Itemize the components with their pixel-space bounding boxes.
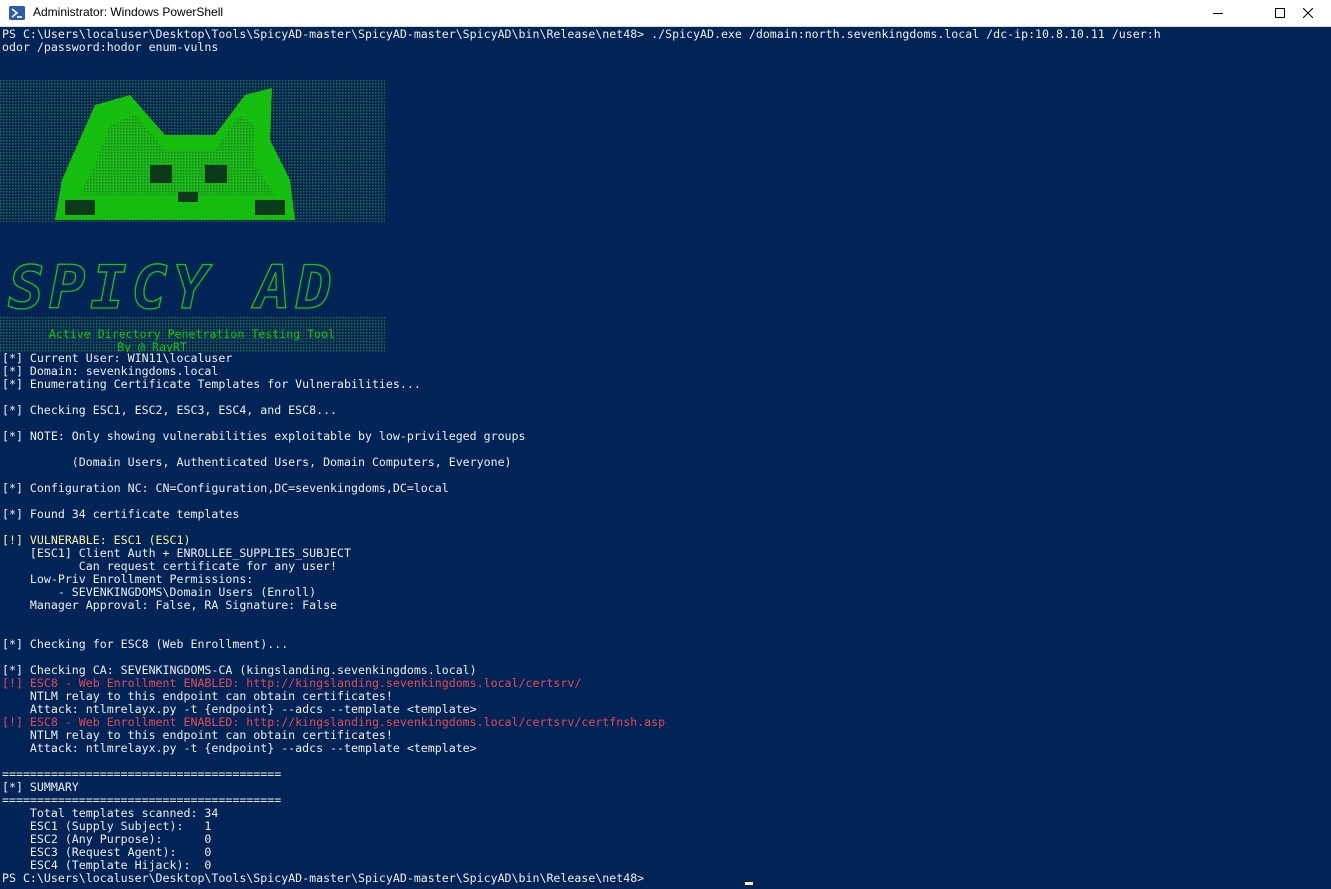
output-enumerating: [*] Enumerating Certificate Templates fo… [2,377,421,391]
close-icon [1303,8,1313,18]
powershell-icon [9,6,25,20]
spicyad-banner: SPICY AD Active Directory Penetration Te… [0,80,385,352]
vertical-scrollbar[interactable] [1319,27,1331,889]
window-title: Administrator: Windows PowerShell [33,5,224,19]
command-line-wrap: odor /password:hodor enum-vulns [2,40,219,54]
terminal-output[interactable]: PS C:\Users\localuser\Desktop\Tools\Spic… [0,27,1319,889]
output-manager-approval: Manager Approval: False, RA Signature: F… [2,598,338,612]
banner-subtitle: Active Directory Penetration Testing Too… [49,327,335,341]
output-checking-esc8: [*] Checking for ESC8 (Web Enrollment)..… [2,637,289,651]
banner-logo-text: SPICY AD [8,253,337,323]
output-note: [*] NOTE: Only showing vulnerabilities e… [2,429,526,443]
maximize-icon [1275,8,1285,18]
minimize-button[interactable] [1195,0,1241,26]
output-config-nc: [*] Configuration NC: CN=Configuration,D… [2,481,449,495]
close-button[interactable] [1285,0,1331,26]
window-titlebar[interactable]: Administrator: Windows PowerShell [0,0,1331,27]
output-attack-2: Attack: ntlmrelayx.py -t {endpoint} --ad… [2,741,477,755]
minimize-icon [1213,13,1223,14]
prompt-line[interactable]: PS C:\Users\localuser\Desktop\Tools\Spic… [2,872,651,885]
output-checking-esc: [*] Checking ESC1, ESC2, ESC3, ESC4, and… [2,403,338,417]
output-note-groups: (Domain Users, Authenticated Users, Doma… [2,455,512,469]
output-found-templates: [*] Found 34 certificate templates [2,507,240,521]
text-cursor [745,882,753,885]
